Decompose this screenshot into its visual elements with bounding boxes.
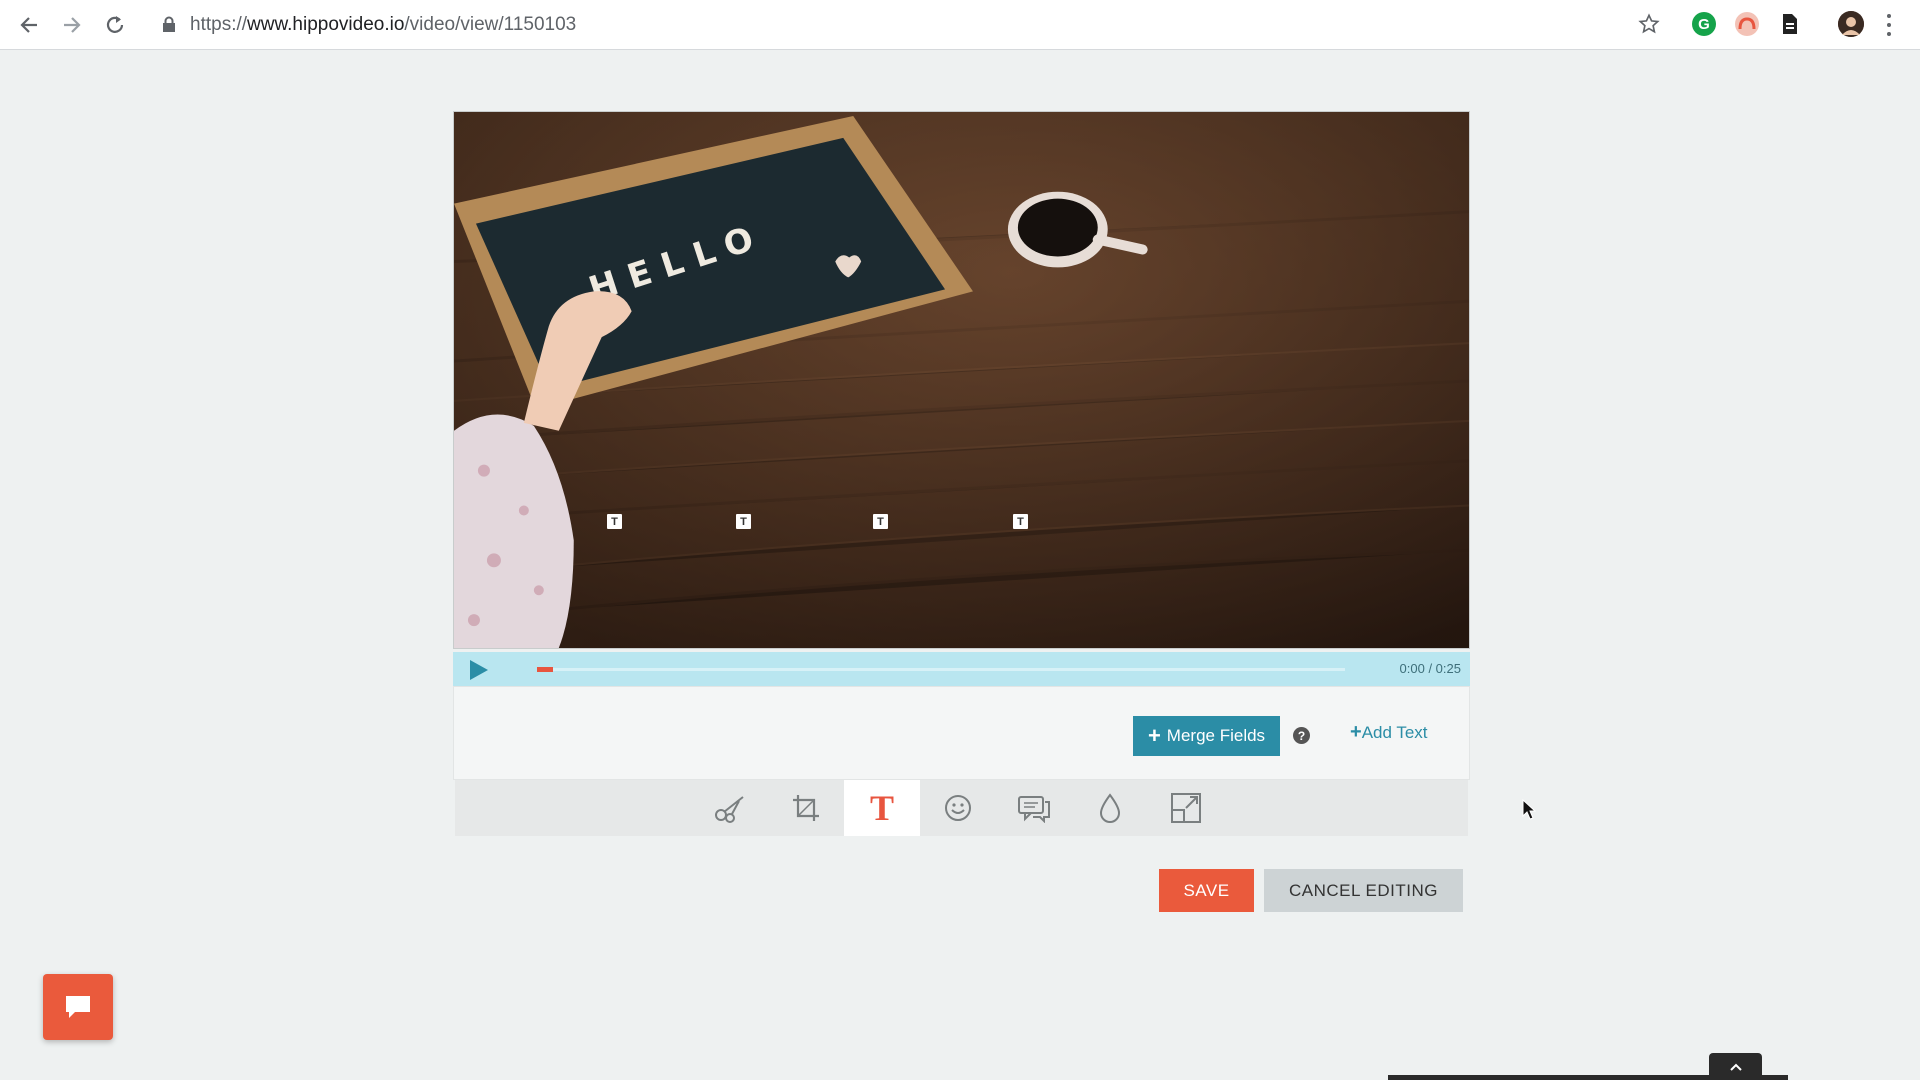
forward-icon[interactable] [59,12,85,38]
chat-widget-button[interactable] [43,974,113,1040]
scissors-icon [715,796,744,823]
crop-tool[interactable] [768,780,844,836]
emoji-tool[interactable] [920,780,996,836]
trim-tool[interactable] [692,780,768,836]
editor-panel [453,686,1470,780]
browser-toolbar: https://www.hippovideo.io/video/view/115… [0,0,1920,50]
text-tool[interactable]: T [844,780,920,836]
text-icon: T [869,788,894,828]
grammarly-extension-icon[interactable]: G [1692,12,1716,36]
progress-fill[interactable] [537,667,553,672]
video-frame: HELLO [454,112,1469,648]
merge-fields-button[interactable]: + Merge Fields [1133,716,1280,756]
lock-icon [162,16,176,38]
back-icon[interactable] [16,12,42,38]
document-extension-icon[interactable] [1778,12,1802,36]
chat-icon [66,996,90,1018]
blur-tool[interactable] [1072,780,1148,836]
plus-icon: + [1147,723,1161,748]
editing-tools-bar: T [455,780,1468,836]
resize-icon [1171,793,1201,823]
url-host: www.hippovideo.io [247,14,405,35]
play-icon[interactable] [467,659,489,681]
extension-icon[interactable] [1735,12,1759,36]
progress-track[interactable] [537,668,1345,671]
plus-icon: + [1350,721,1362,743]
time-display: 0:00 / 0:25 [1399,661,1461,676]
video-player-controls: 0:00 / 0:25 [453,652,1470,686]
speech-bubbles-icon [1018,796,1050,823]
url-path: /video/view/1150103 [404,14,577,35]
url-text: https://www.hippovideo.io/video/view/115… [190,14,576,36]
chevron-up-icon [1729,1063,1742,1071]
expand-panel-tab[interactable] [1709,1053,1762,1080]
crop-icon [793,795,819,821]
text-layer-marker[interactable]: T [736,514,751,529]
url-prefix: https:// [190,14,248,35]
save-button[interactable]: SAVE [1159,869,1254,912]
video-preview[interactable]: HELLO [453,111,1470,649]
help-icon[interactable]: ? [1293,727,1310,744]
browser-menu-icon[interactable] [1884,12,1894,38]
droplet-icon [1099,793,1121,823]
cancel-editing-button[interactable]: CANCEL EDITING [1264,869,1463,912]
add-text-label: Add Text [1361,723,1428,742]
text-layer-marker[interactable]: T [1013,514,1028,529]
smiley-icon [945,795,971,821]
profile-avatar[interactable] [1838,11,1864,37]
add-text-button[interactable]: +Add Text [1350,721,1428,744]
text-layer-marker[interactable]: T [873,514,888,529]
text-layer-marker[interactable]: T [607,514,622,529]
reload-icon[interactable] [102,12,128,38]
mouse-cursor-icon [1522,798,1537,826]
callout-tool[interactable] [996,780,1072,836]
resize-tool[interactable] [1148,780,1224,836]
address-bar[interactable]: https://www.hippovideo.io/video/view/115… [148,8,1668,41]
merge-fields-label: Merge Fields [1166,726,1266,745]
bookmark-star-icon[interactable] [1638,13,1660,40]
